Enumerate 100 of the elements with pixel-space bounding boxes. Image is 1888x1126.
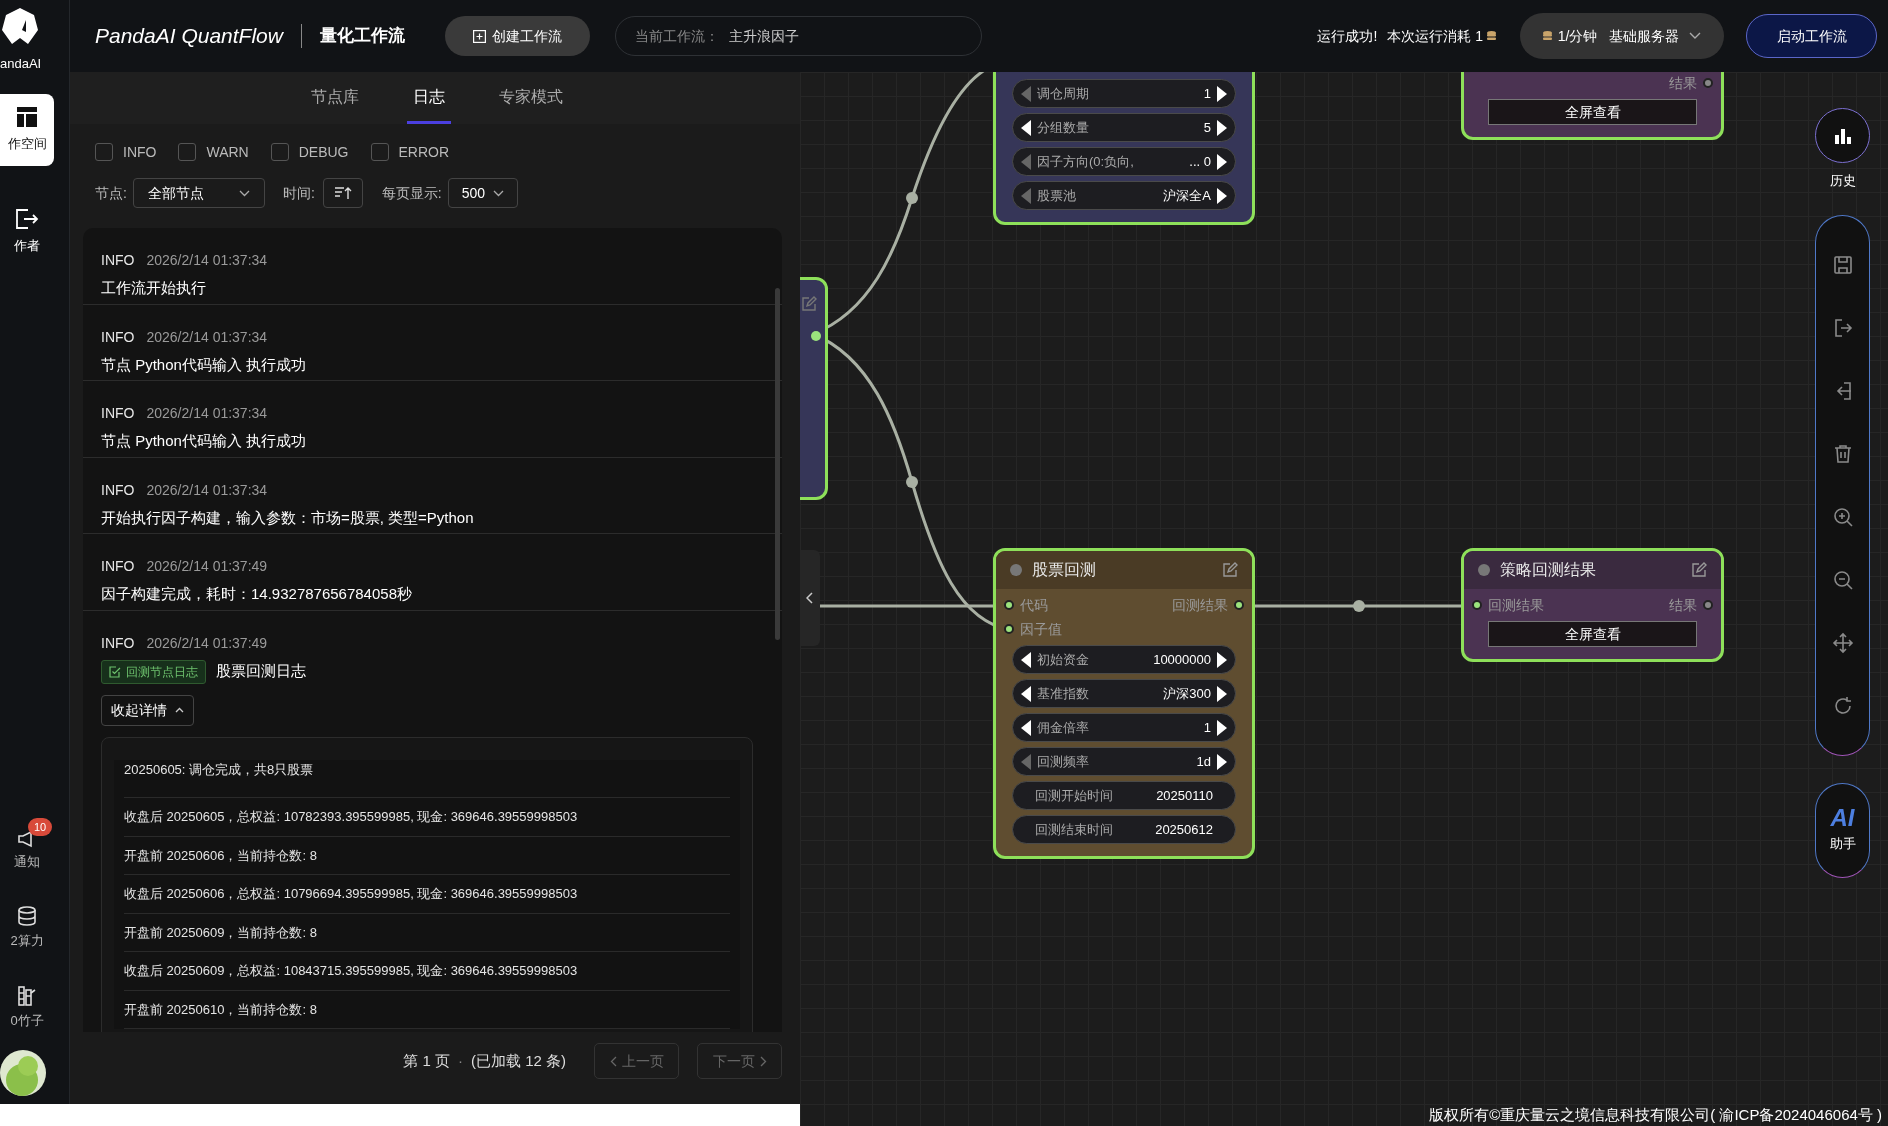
field-value: 1 (1202, 718, 1211, 737)
stepper-field[interactable]: 初始资金 10000000 (1012, 645, 1236, 674)
field-value: 沪深全A (1162, 186, 1211, 205)
wire-handle[interactable] (906, 476, 918, 488)
right-arrow-icon[interactable] (1215, 152, 1229, 171)
scrollbar-thumb[interactable] (775, 288, 780, 640)
log-level: INFO (101, 480, 135, 500)
log-time: 2026/2/14 01:37:34 (146, 327, 268, 347)
edit-icon[interactable] (1691, 562, 1707, 578)
right-arrow-icon[interactable] (1215, 650, 1229, 669)
check-icon (109, 665, 121, 678)
level-checkbox[interactable]: INFO (95, 141, 157, 163)
field-label: 当前工作流： (634, 26, 719, 46)
field-label: 分组数量 (1037, 118, 1089, 137)
right-arrow-icon[interactable] (1215, 84, 1229, 103)
sort-button[interactable] (322, 178, 363, 208)
node-card[interactable]: 调仓周期 1 分组数量 5 因子方向(0:负向, ... 0 股票池 沪深全A (993, 72, 1255, 225)
bamboo-icon (17, 984, 37, 1007)
input-field[interactable]: 回测结束时间 20250612 (1012, 815, 1236, 844)
log-level: INFO (101, 633, 135, 653)
app-title: PandaAI QuantFlow (95, 23, 283, 50)
tab[interactable]: 专家模式 (493, 72, 569, 124)
log-detail-line: 开盘前 20250609，当前持仓数: 8 (124, 913, 730, 952)
level-checkbox[interactable]: ERROR (370, 141, 450, 163)
node-title: 股票回测 (1032, 560, 1097, 580)
field-label: 回测频率 (1037, 752, 1089, 771)
sidebar-item[interactable]: 0竹子 (0, 972, 54, 1030)
field-label: 因子方向(0:负向, (1037, 152, 1134, 171)
right-arrow-icon[interactable] (1215, 752, 1229, 771)
logo-text: andaAI (0, 55, 42, 73)
level-checkbox[interactable]: WARN (178, 141, 249, 163)
create-workflow-button[interactable]: 创建工作流 (444, 16, 590, 56)
node-card[interactable]: 策略回测结果 回测结果 结果 全屏查看 (1461, 548, 1724, 662)
database-icon (16, 905, 38, 927)
fullscreen-button[interactable]: 全屏查看 (1488, 99, 1697, 125)
left-arrow-icon[interactable] (1019, 718, 1033, 737)
port-label: 代码 (1020, 595, 1048, 615)
stepper-field[interactable]: 因子方向(0:负向, ... 0 (1012, 147, 1236, 176)
sidebar-item[interactable]: 作空间 (0, 93, 54, 166)
sidebar-item[interactable]: 作者 (0, 195, 54, 268)
edit-icon[interactable] (801, 296, 817, 312)
field-value: 主升浪因子 (728, 26, 799, 46)
filter-label: 每页显示: (381, 183, 442, 203)
port-label: 结果 (1669, 73, 1697, 93)
panda-logo-icon (0, 6, 40, 46)
zoom-out-icon[interactable] (1831, 568, 1854, 591)
node-select[interactable]: 全部节点 (132, 178, 265, 208)
node-card[interactable]: 结果 全屏查看 (1461, 72, 1724, 140)
chevron-down-icon (492, 189, 504, 197)
zoom-in-icon[interactable] (1831, 505, 1854, 528)
level-checkbox[interactable]: DEBUG (270, 141, 349, 163)
right-arrow-icon[interactable] (1215, 118, 1229, 137)
log-detail-line: 收盘后 20250605，总权益: 10782393.395599985, 现金: 369646.39559998503 (124, 798, 730, 837)
field-value: 20250612 (1154, 820, 1213, 839)
tab[interactable]: 节点库 (305, 72, 365, 124)
collapse-handle[interactable] (800, 550, 820, 646)
collapse-details-button[interactable]: 收起详情 (101, 694, 194, 726)
loaded-count: (已加载 12 条) (471, 1050, 566, 1071)
assistant-logo: AI (1830, 806, 1855, 831)
chevron-down-icon (238, 189, 250, 197)
log-detail-line: 开盘前 20250606，当前持仓数: 8 (124, 836, 730, 875)
field-value: 1 (1202, 84, 1211, 103)
left-arrow-icon[interactable] (1019, 650, 1033, 669)
log-time: 2026/2/14 01:37:34 (146, 480, 268, 500)
stepper-field[interactable]: 回测频率 1d (1012, 747, 1236, 776)
stepper-field[interactable]: 分组数量 5 (1012, 113, 1236, 142)
avatar[interactable] (0, 1048, 47, 1098)
right-arrow-icon[interactable] (1215, 186, 1229, 205)
save-icon[interactable] (1831, 253, 1854, 276)
stepper-field[interactable]: 基准指数 沪深300 (1012, 679, 1236, 708)
tab[interactable]: 日志 (407, 72, 451, 124)
right-arrow-icon[interactable] (1215, 718, 1229, 737)
chevron-down-icon (1689, 32, 1702, 40)
log-level: INFO (101, 404, 135, 423)
chevron-left-icon (609, 1055, 617, 1067)
separator-dot: · (458, 1050, 463, 1071)
stepper-field[interactable]: 佣金倍率 1 (1012, 713, 1236, 742)
wire-handle[interactable] (1353, 600, 1365, 612)
log-time: 2026/2/14 01:37:49 (146, 633, 268, 653)
page-size-select[interactable]: 500 (447, 178, 518, 208)
edit-icon[interactable] (1222, 562, 1238, 578)
right-arrow-icon[interactable] (1215, 684, 1229, 703)
field-label: 佣金倍率 (1037, 718, 1089, 737)
chevron-up-icon (175, 707, 184, 713)
stepper-field[interactable]: 股票池 沪深全A (1012, 181, 1236, 210)
field-value: 5 (1202, 118, 1211, 137)
sidebar-item[interactable]: 通知 10 (0, 817, 54, 871)
node-card[interactable]: 股票回测 代码 回测结果 因子值 初始资金 10000000 基准指数 沪深300 佣金倍率 1 回测频率 1d 回测开始时间 20250110 回测结束时间 20250612 (993, 548, 1255, 859)
start-workflow-button[interactable]: 启动工作流 (1746, 14, 1877, 58)
input-field[interactable]: 回测开始时间 20250110 (1012, 781, 1236, 810)
wire-handle[interactable] (906, 192, 918, 204)
fullscreen-button[interactable]: 全屏查看 (1488, 621, 1697, 647)
sidebar-item[interactable]: 2算力 (0, 893, 54, 951)
stepper-field[interactable]: 调仓周期 1 (1012, 79, 1236, 108)
assistant-button[interactable]: AI 助手 (1815, 782, 1870, 878)
left-arrow-icon[interactable] (1019, 118, 1033, 137)
log-message: 节点 Python代码输入 执行成功 (101, 431, 307, 451)
server-dropdown[interactable]: 1/分钟 基础服务器 (1520, 13, 1724, 59)
left-arrow-icon[interactable] (1019, 684, 1033, 703)
move-icon[interactable] (1831, 631, 1854, 654)
